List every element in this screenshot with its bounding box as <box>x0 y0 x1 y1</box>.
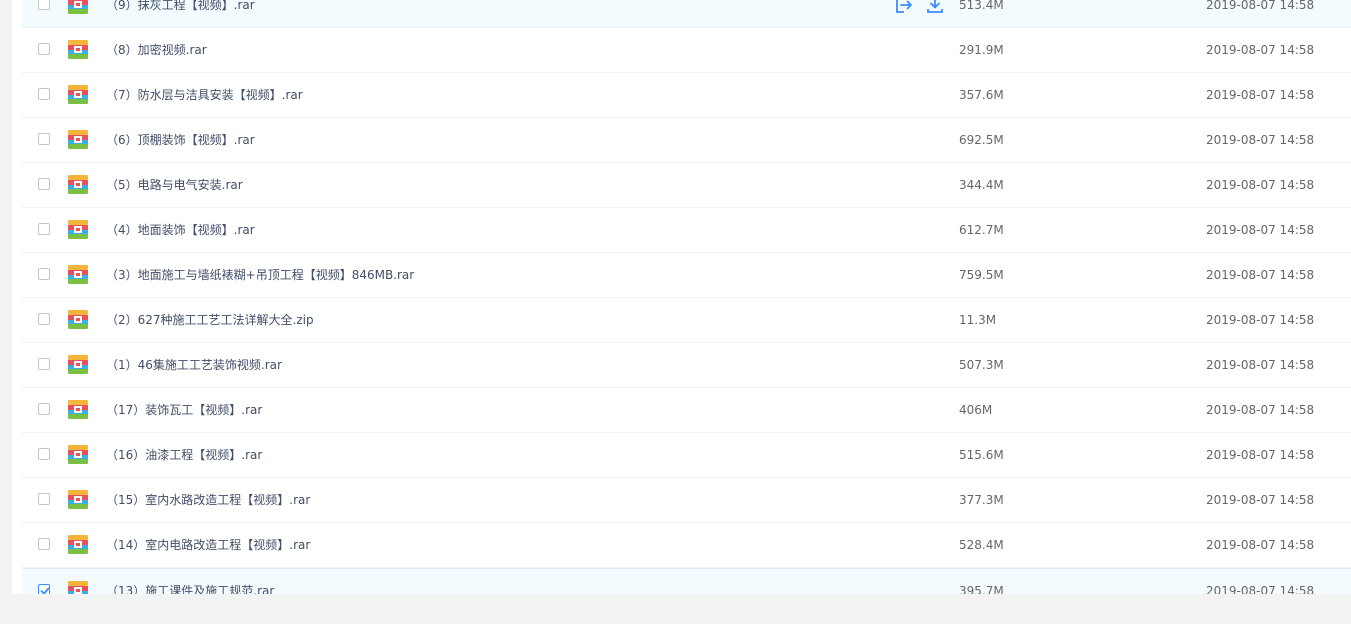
file-date: 2019-08-07 14:58 <box>1206 133 1315 147</box>
file-size: 528.4M <box>959 538 1004 552</box>
file-row[interactable]: （14）室内电路改造工程【视频】.rar 528.4M 2019-08-07 1… <box>22 523 1351 568</box>
rar-archive-icon <box>68 535 88 554</box>
file-row[interactable]: （13）施工课件及施工规范.rar 395.7M 2019-08-07 14:5… <box>22 568 1351 594</box>
file-row[interactable]: （3）地面施工与墙纸裱糊+吊顶工程【视频】846MB.rar 759.5M 20… <box>22 253 1351 298</box>
file-date: 2019-08-07 14:58 <box>1206 358 1315 372</box>
file-date: 2019-08-07 14:58 <box>1206 178 1315 192</box>
file-date: 2019-08-07 14:58 <box>1206 448 1315 462</box>
file-row[interactable]: （8）加密视频.rar 291.9M 2019-08-07 14:58 <box>22 28 1351 73</box>
row-checkbox[interactable] <box>38 178 50 190</box>
file-name[interactable]: （14）室内电路改造工程【视频】.rar <box>106 523 310 567</box>
rar-archive-icon <box>68 581 88 594</box>
row-checkbox[interactable] <box>38 538 50 550</box>
file-size: 507.3M <box>959 358 1004 372</box>
file-row[interactable]: （1）46集施工工艺装饰视频.rar 507.3M 2019-08-07 14:… <box>22 343 1351 388</box>
rar-archive-icon <box>68 490 88 509</box>
file-date: 2019-08-07 14:58 <box>1206 88 1315 102</box>
file-date: 2019-08-07 14:58 <box>1206 223 1315 237</box>
file-name[interactable]: （7）防水层与洁具安装【视频】.rar <box>106 73 303 117</box>
file-name[interactable]: （13）施工课件及施工规范.rar <box>106 569 274 594</box>
row-checkbox[interactable] <box>38 268 50 280</box>
row-checkbox[interactable] <box>38 88 50 100</box>
row-checkbox[interactable] <box>38 313 50 325</box>
file-name[interactable]: （4）地面装饰【视频】.rar <box>106 208 255 252</box>
file-size: 513.4M <box>959 0 1004 12</box>
file-date: 2019-08-07 14:58 <box>1206 584 1315 594</box>
file-size: 515.6M <box>959 448 1004 462</box>
file-name[interactable]: （2）627种施工工艺工法详解大全.zip <box>106 298 314 342</box>
rar-archive-icon <box>68 175 88 194</box>
file-date: 2019-08-07 14:58 <box>1206 538 1315 552</box>
file-size: 357.6M <box>959 88 1004 102</box>
row-checkbox[interactable] <box>38 133 50 145</box>
file-size: 612.7M <box>959 223 1004 237</box>
file-size: 11.3M <box>959 313 997 327</box>
file-date: 2019-08-07 14:58 <box>1206 43 1315 57</box>
file-list-panel: （9）抹灰工程【视频】.rar 513.4M 2019-08-07 14:58 … <box>12 0 1351 594</box>
file-name[interactable]: （8）加密视频.rar <box>106 28 207 72</box>
row-checkbox[interactable] <box>38 223 50 235</box>
share-icon[interactable] <box>892 0 914 16</box>
file-name[interactable]: （9）抹灰工程【视频】.rar <box>106 0 255 27</box>
rar-archive-icon <box>68 0 88 14</box>
file-name[interactable]: （5）电路与电气安装.rar <box>106 163 243 207</box>
row-checkbox[interactable] <box>38 43 50 55</box>
file-size: 406M <box>959 403 993 417</box>
file-date: 2019-08-07 14:58 <box>1206 493 1315 507</box>
file-date: 2019-08-07 14:58 <box>1206 403 1315 417</box>
rar-archive-icon <box>68 445 88 464</box>
row-checkbox-checked[interactable] <box>38 584 50 594</box>
file-date: 2019-08-07 14:58 <box>1206 0 1315 12</box>
file-row[interactable]: （17）装饰瓦工【视频】.rar 406M 2019-08-07 14:58 <box>22 388 1351 433</box>
file-size: 377.3M <box>959 493 1004 507</box>
row-checkbox[interactable] <box>38 358 50 370</box>
file-row[interactable]: （2）627种施工工艺工法详解大全.zip 11.3M 2019-08-07 1… <box>22 298 1351 343</box>
file-date: 2019-08-07 14:58 <box>1206 268 1315 282</box>
file-size: 759.5M <box>959 268 1004 282</box>
file-name[interactable]: （3）地面施工与墙纸裱糊+吊顶工程【视频】846MB.rar <box>106 253 414 297</box>
file-row[interactable]: （16）油漆工程【视频】.rar 515.6M 2019-08-07 14:58 <box>22 433 1351 478</box>
file-name[interactable]: （6）顶棚装饰【视频】.rar <box>106 118 255 162</box>
file-row[interactable]: （15）室内水路改造工程【视频】.rar 377.3M 2019-08-07 1… <box>22 478 1351 523</box>
file-name[interactable]: （15）室内水路改造工程【视频】.rar <box>106 478 310 522</box>
rar-archive-icon <box>68 355 88 374</box>
file-size: 344.4M <box>959 178 1004 192</box>
rar-archive-icon <box>68 40 88 59</box>
rar-archive-icon <box>68 85 88 104</box>
row-checkbox[interactable] <box>38 448 50 460</box>
file-row[interactable]: （5）电路与电气安装.rar 344.4M 2019-08-07 14:58 <box>22 163 1351 208</box>
file-row[interactable]: （7）防水层与洁具安装【视频】.rar 357.6M 2019-08-07 14… <box>22 73 1351 118</box>
file-row[interactable]: （9）抹灰工程【视频】.rar 513.4M 2019-08-07 14:58 <box>22 0 1351 28</box>
rar-archive-icon <box>68 130 88 149</box>
rar-archive-icon <box>68 400 88 419</box>
file-row[interactable]: （4）地面装饰【视频】.rar 612.7M 2019-08-07 14:58 <box>22 208 1351 253</box>
file-row[interactable]: （6）顶棚装饰【视频】.rar 692.5M 2019-08-07 14:58 <box>22 118 1351 163</box>
file-size: 395.7M <box>959 584 1004 594</box>
file-date: 2019-08-07 14:58 <box>1206 313 1315 327</box>
row-checkbox[interactable] <box>38 493 50 505</box>
file-name[interactable]: （16）油漆工程【视频】.rar <box>106 433 262 477</box>
row-checkbox[interactable] <box>38 403 50 415</box>
download-icon[interactable] <box>924 0 946 16</box>
file-list: （9）抹灰工程【视频】.rar 513.4M 2019-08-07 14:58 … <box>22 0 1351 594</box>
rar-archive-icon <box>68 310 88 329</box>
rar-archive-icon <box>68 220 88 239</box>
rar-archive-icon <box>68 265 88 284</box>
file-name[interactable]: （17）装饰瓦工【视频】.rar <box>106 388 262 432</box>
file-name[interactable]: （1）46集施工工艺装饰视频.rar <box>106 343 282 387</box>
file-size: 291.9M <box>959 43 1004 57</box>
row-checkbox[interactable] <box>38 0 50 10</box>
file-size: 692.5M <box>959 133 1004 147</box>
